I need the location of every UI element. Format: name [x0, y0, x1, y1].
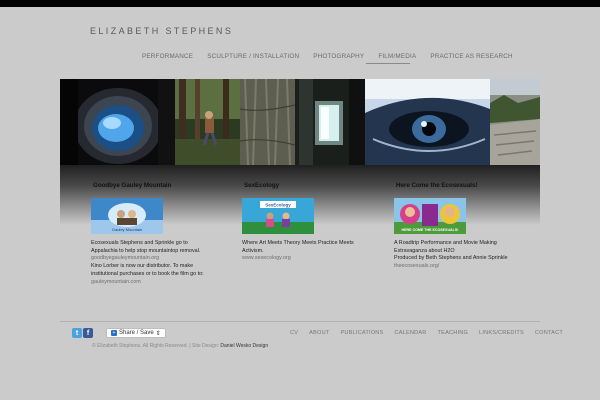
feature-text-line: Where Art Meets Theory Meets Practice Me… [242, 240, 354, 254]
facebook-icon[interactable]: f [83, 328, 93, 338]
feature-link[interactable]: goodbyegauleymountain.org [91, 255, 213, 263]
footer-nav: CV ABOUT PUBLICATIONS CALENDAR TEACHING … [290, 330, 574, 336]
banner-photo-lit-doorway [295, 79, 365, 165]
banner-slideshow[interactable] [60, 79, 540, 165]
feature-text-line: Ecosexuals Stephens and Sprinkle go to A… [91, 240, 201, 254]
site-title[interactable]: ELIZABETH STEPHENS [90, 26, 233, 36]
feature-text-line: Produced by Beth Stephens and Annie Spri… [394, 255, 516, 270]
copyright: © Elizabeth Stephens. All Rights Reserve… [92, 343, 268, 349]
footer-link-about[interactable]: ABOUT [309, 330, 329, 336]
banner-photo-eye-closeup [365, 79, 490, 165]
site-designer-link[interactable]: Daniel Wesko Design [220, 343, 268, 349]
thumbnail-sexecology[interactable]: SexEcology [242, 198, 314, 234]
nav-film-media[interactable]: FILM/MEDIA [378, 53, 416, 60]
thumbnail-logo-text: Gauley Mountain [112, 227, 142, 232]
main-nav: PERFORMANCE SCULPTURE / INSTALLATION PHO… [142, 53, 527, 60]
nav-sculpture-installation[interactable]: SCULPTURE / INSTALLATION [207, 53, 299, 60]
footer-link-contact[interactable]: CONTACT [535, 330, 563, 336]
footer-link-cv[interactable]: CV [290, 330, 298, 336]
feature-gauley-mountain: Goodbye Gauley Mountain Gauley Mountain … [91, 182, 223, 285]
share-arrows-icon: ⇕ [155, 330, 161, 337]
share-save-button[interactable]: + Share / Save ⇕ [106, 328, 166, 338]
thumbnail-logo-text: SexEcology [265, 203, 291, 208]
footer-divider [60, 321, 540, 322]
banner-photo-blue-lens [60, 79, 175, 165]
thumbnail-logo-text: HERE COME THE ECOSEXUALS! [402, 228, 459, 232]
feature-sexecology: SexEcology SexEcology Where Art Meets Th… [242, 182, 374, 261]
footer-link-teaching[interactable]: TEACHING [438, 330, 469, 336]
feature-link[interactable]: gauleymountain.com [91, 279, 213, 287]
nav-photography[interactable]: PHOTOGRAPHY [313, 53, 364, 60]
feature-title[interactable]: Goodbye Gauley Mountain [93, 182, 223, 189]
feature-link[interactable]: theecosexuals.org/ [394, 263, 439, 269]
feature-description: Where Art Meets Theory Meets Practice Me… [242, 240, 364, 263]
twitter-icon[interactable]: t [72, 328, 82, 338]
nav-practice-as-research[interactable]: PRACTICE AS RESEARCH [430, 53, 512, 60]
feature-ecosexuals: Here Come the Ecosexuals! HERE COME THE … [394, 182, 526, 269]
copyright-text: © Elizabeth Stephens. All Rights Reserve… [92, 343, 219, 349]
feature-text-line: Kino Lorber is now our distributor. To m… [91, 263, 204, 277]
banner-photo-mountaintop [490, 79, 540, 165]
social-links: t f [72, 328, 93, 338]
banner-photo-tree-bark [240, 79, 295, 165]
share-label: Share / Save [119, 330, 154, 336]
top-bar [0, 0, 600, 7]
banner-photo-forest-figure [175, 79, 240, 165]
feature-text-segment: Produced by Beth Stephens and Annie Spri… [394, 255, 508, 262]
thumbnail-ecosexuals[interactable]: HERE COME THE ECOSEXUALS! [394, 198, 466, 234]
thumbnail-gauley-mountain[interactable]: Gauley Mountain [91, 198, 163, 234]
share-icon: + [111, 330, 117, 336]
feature-description: A Roadtrip Performance and Movie Making … [394, 240, 516, 271]
footer-link-publications[interactable]: PUBLICATIONS [340, 330, 383, 336]
feature-title[interactable]: SexEcology [244, 182, 374, 189]
feature-title[interactable]: Here Come the Ecosexuals! [396, 182, 526, 189]
nav-performance[interactable]: PERFORMANCE [142, 53, 193, 60]
feature-text-line: A Roadtrip Performance and Movie Making … [394, 240, 497, 254]
footer-link-calendar[interactable]: CALENDAR [394, 330, 426, 336]
nav-active-underline [366, 63, 410, 64]
footer-link-links-credits[interactable]: LINKS/CREDITS [479, 330, 524, 336]
feature-description: Ecosexuals Stephens and Sprinkle go to A… [91, 240, 213, 286]
feature-link[interactable]: www.sexecology.org [242, 255, 364, 263]
